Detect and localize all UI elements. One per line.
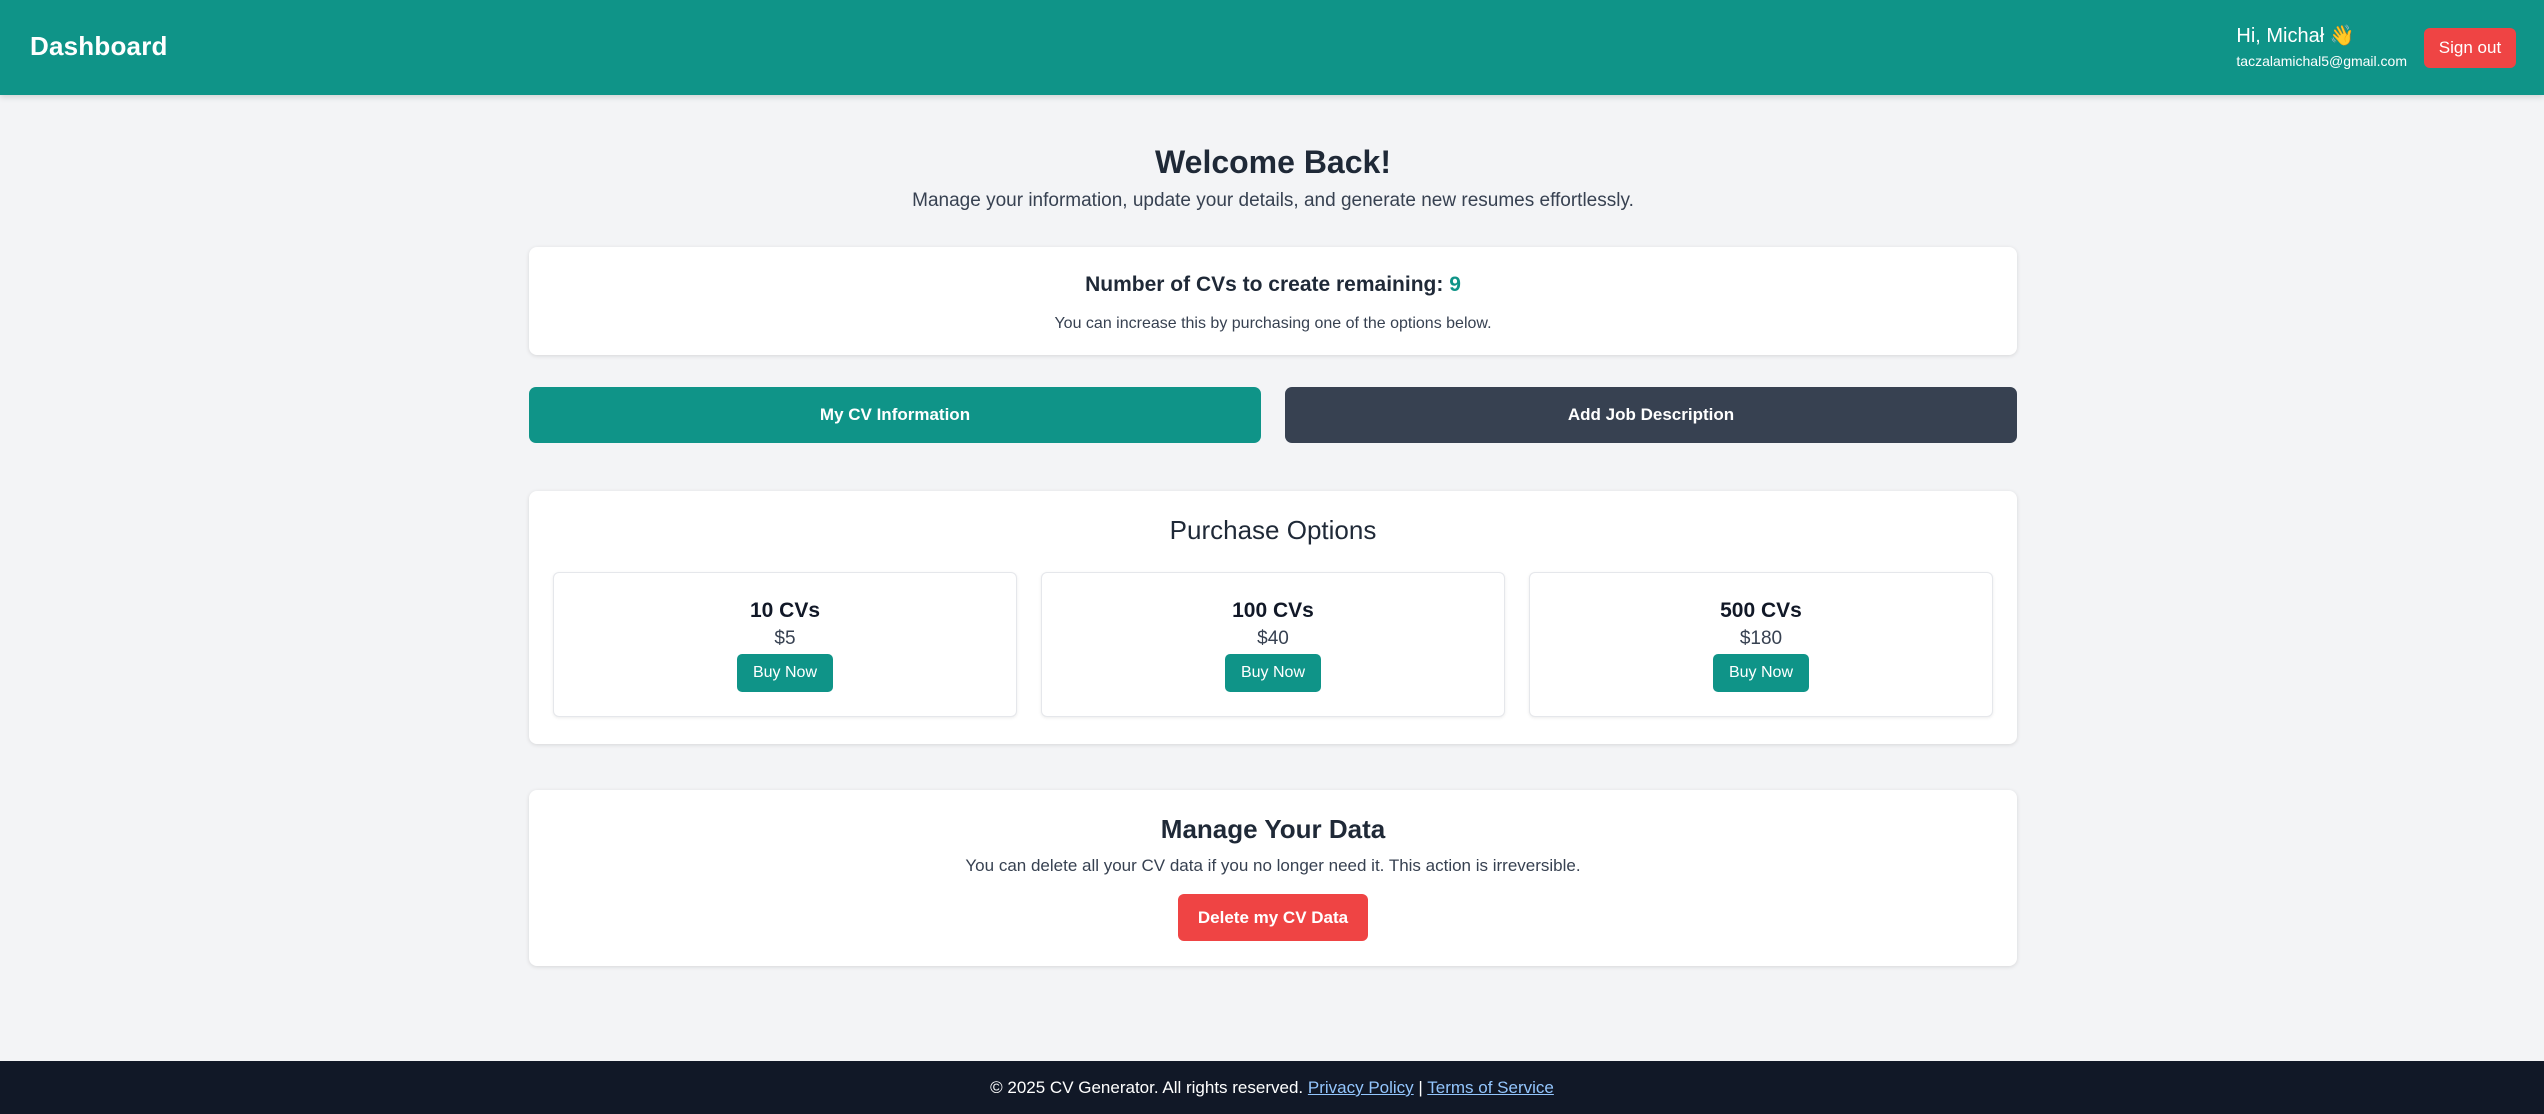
dashboard-page: Dashboard Hi, Michał 👋 taczalamichal5@gm… — [0, 0, 2544, 1114]
user-email: taczalamichal5@gmail.com — [2236, 53, 2407, 69]
option-name: 500 CVs — [1720, 599, 1802, 622]
remaining-cvs-note: You can increase this by purchasing one … — [1054, 315, 1492, 332]
manage-data-card: Manage Your Data You can delete all your… — [529, 790, 2017, 966]
option-name: 100 CVs — [1232, 599, 1314, 622]
user-info: Hi, Michał 👋 taczalamichal5@gmail.com — [2236, 24, 2407, 71]
remaining-cvs-count: 9 — [1449, 273, 1461, 296]
purchase-options-list: 10 CVs $5 Buy Now 100 CVs $40 Buy Now 50… — [553, 572, 1993, 717]
remaining-cvs-line: Number of CVs to create remaining: 9 — [529, 273, 2017, 297]
main-content: Welcome Back! Manage your information, u… — [529, 142, 2017, 966]
footer-copyright: © 2025 CV Generator. All rights reserved… — [990, 1078, 1304, 1097]
sign-out-button[interactable]: Sign out — [2424, 28, 2516, 68]
remaining-cvs-card: Number of CVs to create remaining: 9 You… — [529, 247, 2017, 355]
my-cv-information-button[interactable]: My CV Information — [529, 387, 1261, 443]
buy-now-button-100[interactable]: Buy Now — [1225, 654, 1321, 692]
purchase-option-10: 10 CVs $5 Buy Now — [553, 572, 1017, 717]
welcome-subtitle: Manage your information, update your det… — [912, 190, 1634, 211]
option-price: $40 — [1257, 628, 1289, 649]
privacy-policy-link[interactable]: Privacy Policy — [1308, 1078, 1414, 1097]
option-price: $180 — [1739, 628, 1783, 649]
remaining-cvs-label: Number of CVs to create remaining: — [1085, 273, 1444, 296]
terms-of-service-link[interactable]: Terms of Service — [1427, 1078, 1554, 1097]
add-job-description-button[interactable]: Add Job Description — [1285, 387, 2017, 443]
option-price: $5 — [774, 628, 796, 649]
purchase-option-500: 500 CVs $180 Buy Now — [1529, 572, 1993, 717]
delete-cv-data-button[interactable]: Delete my CV Data — [1178, 894, 1368, 941]
page-footer: © 2025 CV Generator. All rights reserved… — [0, 1061, 2544, 1114]
buy-now-button-10[interactable]: Buy Now — [737, 654, 833, 692]
purchase-options-card: Purchase Options 10 CVs $5 Buy Now 100 C… — [529, 491, 2017, 744]
top-header: Dashboard Hi, Michał 👋 taczalamichal5@gm… — [0, 0, 2544, 95]
brand-title: Dashboard — [30, 31, 168, 61]
manage-data-note: You can delete all your CV data if you n… — [965, 856, 1581, 875]
footer-separator: | — [1418, 1078, 1423, 1097]
manage-data-title: Manage Your Data — [1160, 814, 1386, 844]
purchase-option-100: 100 CVs $40 Buy Now — [1041, 572, 1505, 717]
option-name: 10 CVs — [749, 599, 821, 622]
purchase-options-title: Purchase Options — [1169, 515, 1377, 545]
buy-now-button-500[interactable]: Buy Now — [1713, 654, 1809, 692]
user-greeting: Hi, Michał 👋 — [2236, 25, 2355, 47]
welcome-title: Welcome Back! — [1155, 144, 1391, 180]
